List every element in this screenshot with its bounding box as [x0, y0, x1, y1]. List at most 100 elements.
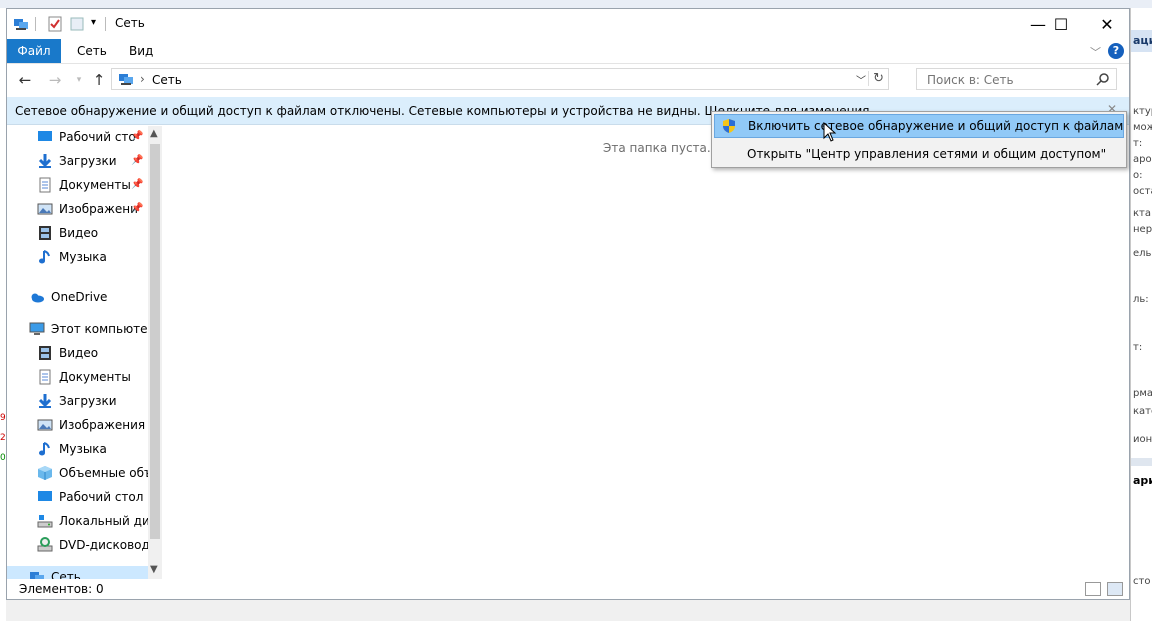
- mouse-cursor-icon: [823, 122, 837, 142]
- recent-locations-button[interactable]: ▾: [69, 71, 89, 89]
- uac-shield-icon: [723, 119, 735, 133]
- maximize-button[interactable]: ☐: [1038, 9, 1084, 39]
- nav-item-pc-pictures[interactable]: Изображения: [37, 414, 145, 436]
- back-button[interactable]: ←: [15, 71, 35, 89]
- refresh-icon[interactable]: ↻: [868, 71, 884, 86]
- computer-icon: [29, 322, 45, 335]
- nav-item-desktop[interactable]: Рабочий сто: [37, 126, 136, 148]
- nav-pane-scrollbar[interactable]: ▲ ▼: [148, 126, 162, 579]
- search-input[interactable]: [925, 72, 1089, 88]
- tab-file[interactable]: Файл: [7, 39, 61, 63]
- nav-item-pc-3d-objects[interactable]: Объемные объ: [37, 462, 153, 484]
- breadcrumb-chevron-icon[interactable]: ›: [140, 72, 145, 86]
- documents-icon: [39, 369, 51, 385]
- tab-view[interactable]: Вид: [115, 39, 167, 63]
- empty-folder-text: Эта папка пуста.: [603, 141, 711, 155]
- music-icon: [39, 250, 50, 264]
- tab-network[interactable]: Сеть: [63, 39, 121, 63]
- nav-item-label: Этот компьютер: [51, 322, 156, 336]
- background-cell: аров: [1133, 154, 1152, 165]
- nav-item-pc-video[interactable]: Видео: [37, 342, 98, 364]
- onedrive-icon: [31, 293, 44, 303]
- nav-item-pc-downloads[interactable]: Загрузки: [37, 390, 117, 412]
- nav-item-label: Документы: [59, 178, 131, 192]
- customize-quick-access-icon[interactable]: ▾: [91, 17, 96, 28]
- background-cell: т:: [1133, 342, 1143, 353]
- nav-item-pc-desktop[interactable]: Рабочий стол: [37, 486, 143, 508]
- nav-item-pc-documents[interactable]: Документы: [37, 366, 131, 388]
- network-icon: [30, 572, 44, 579]
- nav-item-downloads[interactable]: Загрузки: [37, 150, 117, 172]
- close-button[interactable]: ✕: [1084, 9, 1130, 39]
- desktop-icon: [38, 491, 52, 501]
- background-toolbar: [0, 0, 1152, 8]
- up-button[interactable]: ↑: [89, 71, 109, 89]
- nav-item-pc-local-disk[interactable]: Локальный дис: [37, 510, 156, 532]
- background-right-panel: ация ктур може т: аров о: оста кта: нера…: [1130, 8, 1152, 621]
- nav-item-label: DVD-дисковод (: [59, 538, 159, 552]
- nav-item-label: Объемные объ: [59, 466, 153, 480]
- breadcrumb[interactable]: Сеть: [152, 73, 182, 87]
- title-bar[interactable]: ▾ Сеть — ☐ ✕: [7, 9, 1129, 39]
- background-cell: т:: [1133, 138, 1143, 149]
- nav-item-label: Музыка: [59, 250, 107, 264]
- nav-item-label: Локальный дис: [59, 514, 157, 528]
- downloads-icon: [38, 394, 52, 408]
- scrollbar-thumb[interactable]: [150, 144, 160, 539]
- details-view-icon[interactable]: [1085, 582, 1101, 596]
- search-box[interactable]: [916, 68, 1117, 90]
- nav-item-label: Загрузки: [59, 394, 117, 408]
- nav-item-label: OneDrive: [51, 290, 108, 304]
- scroll-up-icon[interactable]: ▲: [150, 128, 158, 139]
- properties-icon[interactable]: [47, 16, 63, 32]
- explorer-window: ▾ Сеть — ☐ ✕ Файл Сеть Вид ﹀ ? ← → ▾ ↑ ›…: [6, 8, 1130, 600]
- nav-item-pc-music[interactable]: Музыка: [37, 438, 107, 460]
- forward-button[interactable]: →: [45, 71, 65, 89]
- title-separator: [35, 17, 36, 31]
- nav-item-music[interactable]: Музыка: [37, 246, 107, 268]
- background-cell: нера: [1133, 224, 1152, 235]
- nav-item-label: Музыка: [59, 442, 107, 456]
- large-icons-view-icon[interactable]: [1107, 582, 1123, 596]
- folder-content-area[interactable]: Эта папка пуста.: [163, 126, 1129, 579]
- maximize-icon: ☐: [1053, 14, 1069, 34]
- menu-item-label: Включить сетевое обнаружение и общий дос…: [748, 119, 1124, 133]
- pin-icon: 📌: [131, 155, 144, 166]
- background-cell: рмат: [1133, 388, 1152, 399]
- nav-item-pictures[interactable]: Изображени: [37, 198, 138, 220]
- help-button[interactable]: ?: [1108, 43, 1124, 59]
- nav-item-documents[interactable]: Документы: [37, 174, 131, 196]
- scroll-down-icon[interactable]: ▼: [150, 564, 158, 575]
- background-cell: сто: [1133, 576, 1151, 587]
- menu-item-open-network-center[interactable]: Открыть "Центр управления сетями и общим…: [714, 142, 1124, 166]
- nav-item-pc-dvd-drive[interactable]: DVD-дисковод (: [37, 534, 158, 556]
- address-bar[interactable]: › Сеть ﹀ ↻: [111, 68, 889, 90]
- background-cell: ионн: [1133, 434, 1152, 445]
- video-icon: [39, 346, 51, 360]
- background-cell: оста: [1133, 186, 1152, 197]
- nav-item-onedrive[interactable]: OneDrive: [29, 286, 107, 308]
- menu-item-enable-discovery[interactable]: Включить сетевое обнаружение и общий дос…: [714, 114, 1124, 138]
- background-cell: може: [1133, 122, 1152, 133]
- nav-item-this-pc[interactable]: Этот компьютер: [29, 318, 155, 340]
- nav-item-video[interactable]: Видео: [37, 222, 98, 244]
- background-cell: арий: [1133, 474, 1152, 487]
- navigation-pane: Рабочий сто 📌 Загрузки 📌 Документы 📌 Изо…: [7, 126, 162, 579]
- new-folder-icon[interactable]: [69, 16, 85, 32]
- navigation-bar: ← → ▾ ↑ › Сеть ﹀ ↻: [7, 64, 1129, 96]
- local-disk-icon: [37, 515, 53, 528]
- nav-item-network[interactable]: Сеть: [7, 566, 148, 579]
- title-separator: [105, 17, 106, 31]
- background-cell: о:: [1133, 170, 1143, 181]
- window-title: Сеть: [115, 16, 145, 30]
- search-icon[interactable]: [1096, 72, 1110, 86]
- nav-item-label: Загрузки: [59, 154, 117, 168]
- nav-item-label: Видео: [59, 226, 99, 240]
- address-dropdown-icon[interactable]: ﹀: [856, 72, 866, 87]
- background-cell: ктур: [1133, 106, 1152, 117]
- dvd-drive-icon: [37, 537, 53, 552]
- network-icon: [14, 19, 28, 30]
- expand-ribbon-icon[interactable]: ﹀: [1090, 44, 1101, 60]
- pin-icon: 📌: [131, 203, 144, 214]
- video-icon: [39, 226, 51, 240]
